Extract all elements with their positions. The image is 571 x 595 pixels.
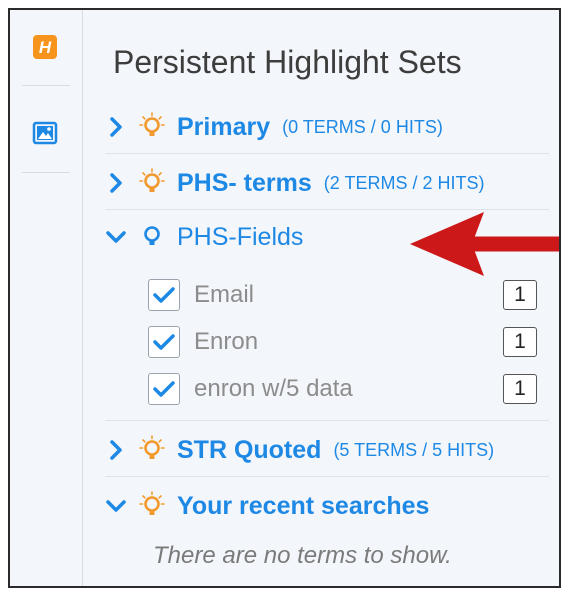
term-checkbox[interactable] [148, 373, 180, 405]
chevron-down-icon[interactable] [105, 226, 127, 248]
lightbulb-icon [139, 168, 165, 198]
section-divider [105, 420, 549, 421]
term-row[interactable]: Email 1 [148, 272, 537, 318]
set-row-recent-searches[interactable]: Your recent searches [105, 480, 549, 532]
set-name[interactable]: PHS-Fields [177, 223, 303, 252]
term-label: enron w/5 data [194, 375, 353, 402]
highlight-sets-panel: Persistent Highlight Sets Primary (0 TER… [83, 10, 559, 586]
term-label: Email [194, 281, 255, 308]
term-checkbox[interactable] [148, 326, 180, 358]
set-name[interactable]: Your recent searches [177, 492, 429, 521]
checkmark-icon [153, 381, 175, 397]
term-row[interactable]: Enron 1 [148, 319, 537, 365]
left-rail: H [10, 10, 83, 586]
hit-count-badge: 1 [503, 374, 537, 404]
highlight-sets-window: H Persistent Highlight Sets Primary (0 T… [8, 8, 561, 588]
set-meta: (0 TERMS / 0 HITS) [282, 116, 443, 137]
term-checkbox[interactable] [148, 279, 180, 311]
panel-title: Persistent Highlight Sets [113, 44, 462, 80]
set-row-primary[interactable]: Primary (0 TERMS / 0 HITS) [105, 101, 549, 154]
set-name[interactable]: STR Quoted [177, 436, 321, 465]
rail-divider [22, 172, 70, 173]
logo-letter: H [39, 38, 52, 57]
red-annotation-arrow [410, 212, 559, 276]
image-icon[interactable] [32, 120, 58, 146]
chevron-right-icon[interactable] [105, 172, 127, 194]
lightbulb-outline-icon [139, 222, 165, 252]
checkmark-icon [153, 287, 175, 303]
highlights-logo-icon[interactable]: H [32, 34, 58, 60]
hit-count-badge: 1 [503, 280, 537, 310]
term-row[interactable]: enron w/5 data 1 [148, 366, 537, 412]
chevron-down-icon[interactable] [105, 495, 127, 517]
lightbulb-icon [139, 112, 165, 142]
set-name[interactable]: PHS- terms [177, 169, 312, 198]
term-label: Enron [194, 328, 259, 355]
empty-state-message: There are no terms to show. [153, 542, 452, 569]
set-row-str-quoted[interactable]: STR Quoted (5 TERMS / 5 HITS) [105, 424, 549, 477]
set-meta: (5 TERMS / 5 HITS) [333, 439, 495, 460]
set-name[interactable]: Primary [177, 113, 270, 142]
checkmark-icon [153, 334, 175, 350]
lightbulb-icon [139, 491, 165, 521]
set-meta: (2 TERMS / 2 HITS) [323, 172, 485, 193]
set-row-phs-terms[interactable]: PHS- terms (2 TERMS / 2 HITS) [105, 157, 549, 210]
lightbulb-icon [139, 435, 165, 465]
chevron-right-icon[interactable] [105, 116, 127, 138]
rail-divider [22, 85, 70, 86]
hit-count-badge: 1 [503, 327, 537, 357]
chevron-right-icon[interactable] [105, 439, 127, 461]
